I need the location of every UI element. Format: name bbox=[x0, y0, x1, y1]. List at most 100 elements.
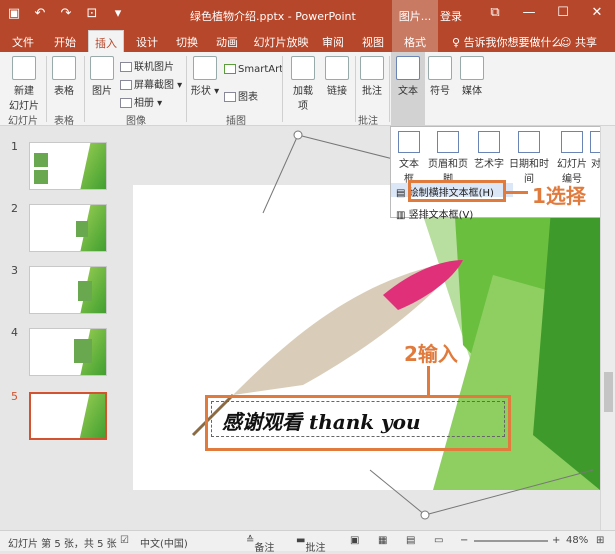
album-button[interactable]: 相册 ▾ bbox=[120, 94, 162, 109]
textbox-icon bbox=[398, 131, 420, 153]
thumb-number: 3 bbox=[11, 264, 18, 277]
minimize-icon[interactable]: — bbox=[512, 5, 546, 20]
link-button[interactable]: 链接 bbox=[322, 56, 352, 97]
screenshot-button[interactable]: 屏幕截图 ▾ bbox=[120, 76, 182, 91]
present-icon[interactable]: ⊡ bbox=[84, 6, 100, 21]
tab-transitions[interactable]: 切换 bbox=[170, 30, 204, 52]
vertical-textbox-icon: ▥ bbox=[396, 210, 406, 221]
callout-input-line bbox=[427, 366, 430, 396]
addins-button[interactable]: 加载 项 bbox=[288, 56, 318, 112]
quick-access-toolbar: ▣ ↶ ↷ ⊡ ▾ bbox=[6, 6, 126, 21]
language[interactable]: 中文(中国) bbox=[140, 535, 188, 550]
tab-file[interactable]: 文件 bbox=[6, 30, 40, 52]
group-label-images: 图像 bbox=[126, 116, 146, 127]
status-bar: 幻灯片 第 5 张，共 5 张 ☑ 中文(中国) ≙ 备注 ▬ 批注 ▣ ▦ ▤… bbox=[0, 530, 615, 554]
group-label-tables: 表格 bbox=[54, 116, 74, 127]
text-button[interactable]: 文本 bbox=[393, 56, 423, 97]
menu-item-vertical-textbox[interactable]: ▥ 竖排文本框(V) bbox=[396, 206, 473, 221]
slide-thumbnail[interactable] bbox=[29, 142, 107, 190]
zoom-slider[interactable] bbox=[474, 540, 548, 542]
media-button[interactable]: 媒体 bbox=[458, 56, 486, 97]
text-icon bbox=[396, 56, 420, 80]
link-icon bbox=[325, 56, 349, 80]
slideshow-icon[interactable]: ▭ bbox=[434, 535, 443, 546]
slide-thumbnail[interactable] bbox=[29, 328, 107, 376]
date-time-button[interactable]: 日期和时间 bbox=[505, 131, 553, 185]
new-slide-button[interactable]: 新建 幻灯片 bbox=[6, 56, 42, 112]
online-picture-button[interactable]: 联机图片 bbox=[120, 58, 174, 73]
omega-icon bbox=[428, 56, 452, 80]
tab-home[interactable]: 开始 bbox=[48, 30, 82, 52]
tell-me-search[interactable]: ♀ 告诉我你想要做什么 bbox=[452, 34, 563, 50]
login-button[interactable]: 登录 bbox=[440, 8, 462, 24]
callout-select-line bbox=[506, 191, 528, 194]
reading-view-icon[interactable]: ▤ bbox=[406, 535, 415, 546]
header-footer-icon bbox=[437, 131, 459, 153]
header-footer-button[interactable]: 页眉和页脚 bbox=[425, 131, 471, 185]
tab-design[interactable]: 设计 bbox=[130, 30, 164, 52]
thumb-number: 4 bbox=[11, 326, 18, 339]
tab-animations[interactable]: 动画 bbox=[210, 30, 244, 52]
tab-format[interactable]: 格式 bbox=[392, 30, 438, 52]
tab-view[interactable]: 视图 bbox=[356, 30, 390, 52]
vertical-scrollbar[interactable] bbox=[600, 126, 615, 530]
smartart-icon bbox=[224, 64, 236, 74]
slide-count: 幻灯片 第 5 张，共 5 张 bbox=[8, 539, 117, 550]
chart-icon bbox=[224, 92, 236, 102]
chart-button[interactable]: 图表 bbox=[224, 88, 258, 103]
save-icon[interactable]: ▣ bbox=[6, 6, 22, 21]
calendar-icon bbox=[518, 131, 540, 153]
document-title: 绿色植物介绍.pptx - PowerPoint bbox=[190, 10, 356, 23]
redo-icon[interactable]: ↷ bbox=[58, 6, 74, 21]
wordart-button[interactable]: 艺术字 bbox=[473, 131, 505, 170]
callout-input-box bbox=[205, 395, 511, 451]
album-icon bbox=[120, 98, 132, 108]
thumb-number: 5 bbox=[11, 390, 18, 403]
fit-slide-icon[interactable]: ⊞ bbox=[596, 535, 604, 546]
picture-button[interactable]: 图片 bbox=[88, 56, 116, 97]
context-tools-label: 图片... bbox=[392, 0, 438, 30]
slide-thumbnail[interactable] bbox=[29, 266, 107, 314]
new-slide-icon bbox=[12, 56, 36, 80]
thumb-number: 1 bbox=[11, 140, 18, 153]
callout-select-text: 1选择 bbox=[532, 184, 586, 208]
ribbon-display-icon[interactable]: ⧉ bbox=[478, 5, 512, 20]
table-button[interactable]: 表格 bbox=[50, 56, 78, 97]
thumb-number: 2 bbox=[11, 202, 18, 215]
slide-thumbnail-selected[interactable] bbox=[29, 392, 107, 440]
normal-view-icon[interactable]: ▣ bbox=[350, 535, 359, 546]
spellcheck-icon[interactable]: ☑ bbox=[120, 535, 129, 546]
comment-icon bbox=[360, 56, 384, 80]
scrollbar-thumb[interactable] bbox=[604, 372, 613, 412]
tab-insert[interactable]: 插入 bbox=[88, 30, 124, 52]
customize-qat-icon[interactable]: ▾ bbox=[110, 6, 126, 21]
screenshot-icon bbox=[120, 80, 132, 90]
slide-thumbnail[interactable] bbox=[29, 204, 107, 252]
share-button[interactable]: ☺ 共享 bbox=[560, 34, 597, 50]
callout-select-box bbox=[408, 180, 506, 202]
slides-pane: 1 2 3 4 5 bbox=[0, 126, 125, 530]
slide-number-button[interactable]: 幻灯片 编号 bbox=[555, 131, 589, 185]
close-icon[interactable]: ✕ bbox=[580, 5, 614, 20]
symbol-button[interactable]: 符号 bbox=[426, 56, 454, 97]
zoom-level[interactable]: 48% bbox=[566, 535, 588, 546]
notes-button[interactable]: ≙ 备注 bbox=[246, 535, 274, 554]
slide-sorter-icon[interactable]: ▦ bbox=[378, 535, 387, 546]
lightbulb-icon: ♀ bbox=[452, 36, 461, 49]
horizontal-textbox-icon: ▤ bbox=[396, 188, 406, 199]
comment-button[interactable]: 批注 bbox=[358, 56, 386, 97]
table-icon bbox=[52, 56, 76, 80]
zoom-out-icon[interactable]: − bbox=[460, 535, 468, 546]
shapes-button[interactable]: 形状 ▾ bbox=[190, 56, 220, 97]
addins-icon bbox=[291, 56, 315, 80]
picture-icon bbox=[90, 56, 114, 80]
zoom-in-icon[interactable]: + bbox=[552, 535, 560, 546]
undo-icon[interactable]: ↶ bbox=[32, 6, 48, 21]
maximize-icon[interactable]: ☐ bbox=[546, 5, 580, 20]
tab-slideshow[interactable]: 幻灯片放映 bbox=[252, 30, 310, 52]
smartart-button[interactable]: SmartArt bbox=[224, 64, 283, 75]
tab-review[interactable]: 审阅 bbox=[316, 30, 350, 52]
group-label-comments: 批注 bbox=[358, 116, 378, 127]
comments-button[interactable]: ▬ 批注 bbox=[296, 535, 325, 554]
textbox-button[interactable]: 文本框 bbox=[395, 131, 423, 185]
